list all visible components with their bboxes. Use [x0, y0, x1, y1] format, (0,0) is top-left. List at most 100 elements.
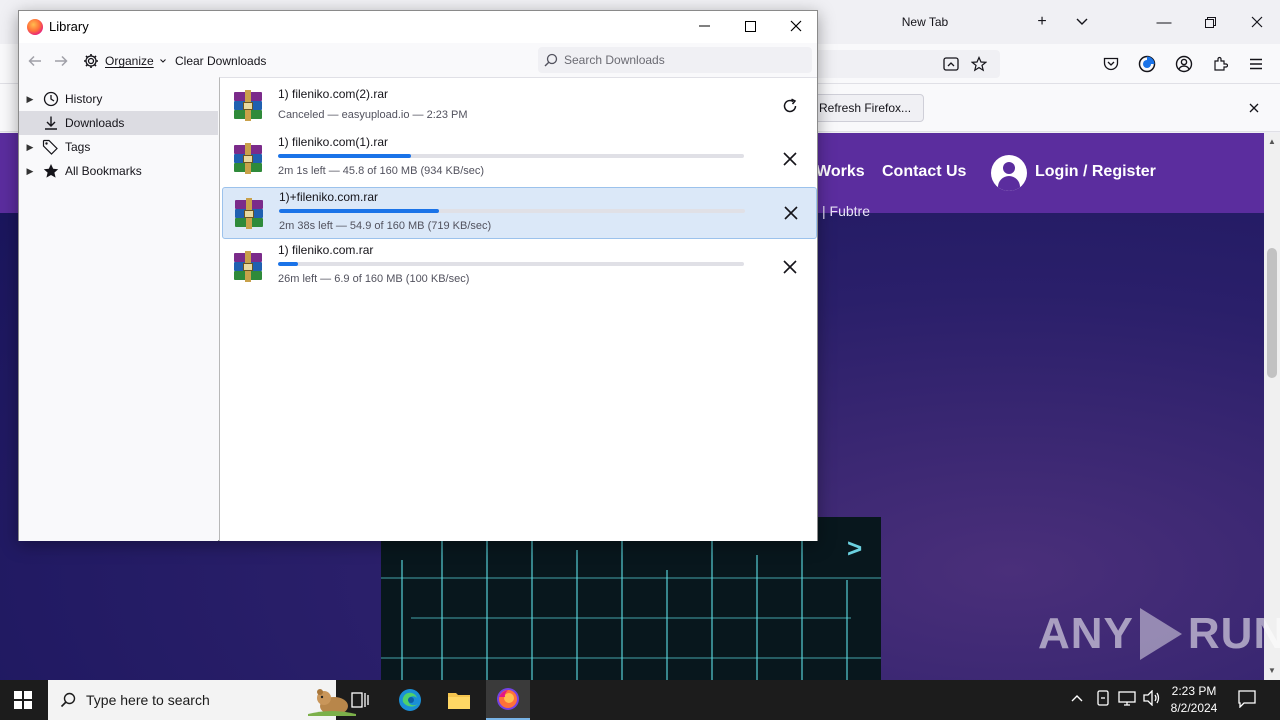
rar-archive-icon — [232, 251, 264, 283]
library-window: Library Organize Clear Downloads Search … — [18, 10, 818, 541]
expand-twisty-icon[interactable]: ▶ — [19, 94, 41, 105]
edge-browser-icon[interactable] — [388, 680, 432, 720]
download-filename: 1) fileniko.com(2).rar — [278, 87, 389, 101]
next-arrow-icon[interactable]: > — [847, 533, 862, 564]
back-arrow-icon[interactable] — [25, 51, 45, 71]
watermark-play-icon — [1139, 608, 1182, 660]
cancel-download-icon[interactable] — [776, 145, 804, 173]
retry-download-icon[interactable] — [776, 92, 804, 120]
download-item-selected[interactable]: 1)+fileniko.com.rar 2m 38s left — 54.9 o… — [222, 187, 817, 239]
scrollbar-thumb[interactable] — [1267, 248, 1277, 378]
downloads-progress-icon[interactable] — [1136, 53, 1158, 75]
download-progress-bar — [278, 262, 744, 266]
download-item[interactable]: 1) fileniko.com.rar 26m left — 6.9 of 16… — [222, 241, 817, 293]
scroll-down-arrow-icon[interactable]: ▼ — [1267, 666, 1277, 676]
download-filename: 1) fileniko.com(1).rar — [278, 135, 389, 149]
user-avatar-icon[interactable] — [991, 155, 1027, 191]
download-progress-bar — [279, 209, 745, 213]
account-icon[interactable] — [1173, 53, 1195, 75]
tab-new-tab[interactable]: New Tab — [820, 6, 1030, 38]
browser-close-icon[interactable] — [1234, 0, 1280, 44]
download-progress-fill — [278, 262, 299, 266]
download-progress-fill — [278, 154, 412, 158]
sidebar-item-label: History — [65, 92, 103, 106]
download-progress-fill — [279, 209, 439, 213]
pocket-icon[interactable] — [1100, 53, 1122, 75]
windows-start-icon[interactable] — [14, 691, 32, 709]
download-status: 2m 1s left — 45.8 of 160 MB (934 KB/sec) — [278, 165, 485, 177]
forward-arrow-icon[interactable] — [51, 51, 71, 71]
notification-center-icon[interactable] — [1238, 690, 1256, 711]
volume-icon[interactable] — [1143, 689, 1161, 709]
sidebar-item-label: All Bookmarks — [65, 164, 142, 178]
clock-icon — [41, 91, 61, 107]
library-sidebar: ▶ History Downloads ▶ Tags ▶ All Bookmar… — [19, 77, 218, 541]
organize-label: Organize — [105, 54, 154, 68]
page-scrollbar[interactable]: ▲ ▼ — [1264, 133, 1280, 680]
tray-device-icon[interactable] — [1096, 690, 1110, 709]
search-downloads-box[interactable] — [538, 47, 812, 73]
list-all-tabs-chevron-icon[interactable] — [1068, 8, 1096, 36]
download-status: 2m 38s left — 54.9 of 160 MB (719 KB/sec… — [279, 220, 492, 232]
screenshot-icon[interactable] — [940, 53, 962, 75]
chevron-down-icon — [159, 59, 166, 63]
site-nav-contact-link[interactable]: Contact Us — [882, 163, 966, 181]
tray-chevron-up-icon[interactable] — [1071, 690, 1083, 705]
download-item[interactable]: 1) fileniko.com(2).rar Canceled — easyup… — [222, 80, 817, 132]
notification-close-icon[interactable] — [1244, 98, 1264, 118]
sidebar-item-history[interactable]: ▶ History — [19, 87, 218, 111]
cancel-download-icon[interactable] — [776, 253, 804, 281]
search-icon — [544, 53, 558, 67]
expand-twisty-icon[interactable]: ▶ — [19, 142, 41, 153]
expand-twisty-icon[interactable]: ▶ — [19, 166, 41, 177]
download-status: 26m left — 6.9 of 160 MB (100 KB/sec) — [278, 273, 470, 285]
organize-button[interactable]: Organize — [83, 50, 166, 72]
watermark-text-right: RUN — [1187, 609, 1280, 658]
sidebar-item-all-bookmarks[interactable]: ▶ All Bookmarks — [19, 159, 218, 183]
tab-label: New Tab — [901, 15, 949, 29]
anyrun-watermark: ANY RUN — [1038, 608, 1280, 660]
download-filename: 1)+fileniko.com.rar — [279, 190, 379, 204]
download-status: Canceled — easyupload.io — 2:23 PM — [278, 109, 468, 121]
extensions-icon[interactable] — [1209, 53, 1231, 75]
search-icon — [60, 692, 76, 708]
sidebar-item-label: Downloads — [65, 116, 125, 130]
task-view-icon[interactable] — [338, 680, 382, 720]
browser-minimize-icon[interactable]: — — [1141, 0, 1187, 44]
bookmark-star-icon[interactable] — [968, 53, 990, 75]
clear-downloads-button[interactable]: Clear Downloads — [175, 50, 266, 72]
scroll-up-arrow-icon[interactable]: ▲ — [1267, 137, 1277, 147]
firefox-taskbar-icon[interactable] — [486, 680, 530, 720]
browser-restore-icon[interactable] — [1187, 0, 1233, 44]
cancel-download-icon[interactable] — [777, 199, 805, 227]
download-item[interactable]: 1) fileniko.com(1).rar 2m 1s left — 45.8… — [222, 133, 817, 185]
rar-archive-icon — [232, 143, 264, 175]
windows-taskbar: Type here to search 2:23 PM 8/2/2024 — [0, 680, 1280, 720]
rar-archive-icon — [233, 198, 265, 230]
clock-time: 2:23 PM — [1171, 684, 1217, 698]
star-icon — [41, 163, 61, 179]
library-title-bar[interactable]: Library — [19, 11, 817, 43]
download-progress-bar — [278, 154, 744, 158]
library-close-icon[interactable] — [773, 11, 819, 41]
rar-archive-icon — [232, 90, 264, 122]
new-tab-plus-icon[interactable]: + — [1028, 8, 1056, 36]
watermark-text-left: ANY — [1038, 609, 1134, 658]
library-minimize-icon[interactable] — [681, 11, 727, 41]
download-filename: 1) fileniko.com.rar — [278, 243, 374, 257]
network-icon[interactable] — [1118, 690, 1136, 709]
library-maximize-icon[interactable] — [727, 11, 773, 41]
file-explorer-icon[interactable] — [437, 680, 481, 720]
site-nav-works-link[interactable]: Works — [816, 163, 865, 181]
search-downloads-input[interactable] — [564, 53, 794, 67]
app-menu-hamburger-icon[interactable] — [1245, 53, 1267, 75]
library-title: Library — [49, 19, 89, 34]
sidebar-item-tags[interactable]: ▶ Tags — [19, 135, 218, 159]
taskbar-search-box[interactable]: Type here to search — [48, 680, 356, 720]
sidebar-item-downloads[interactable]: Downloads — [19, 111, 218, 135]
refresh-firefox-button[interactable]: Refresh Firefox... — [806, 94, 925, 122]
video-thumbnail[interactable]: > — [381, 517, 881, 680]
site-nav-login-link[interactable]: Login / Register — [1035, 163, 1156, 181]
taskbar-clock[interactable]: 2:23 PM 8/2/2024 — [1162, 683, 1226, 717]
download-icon — [41, 115, 61, 131]
